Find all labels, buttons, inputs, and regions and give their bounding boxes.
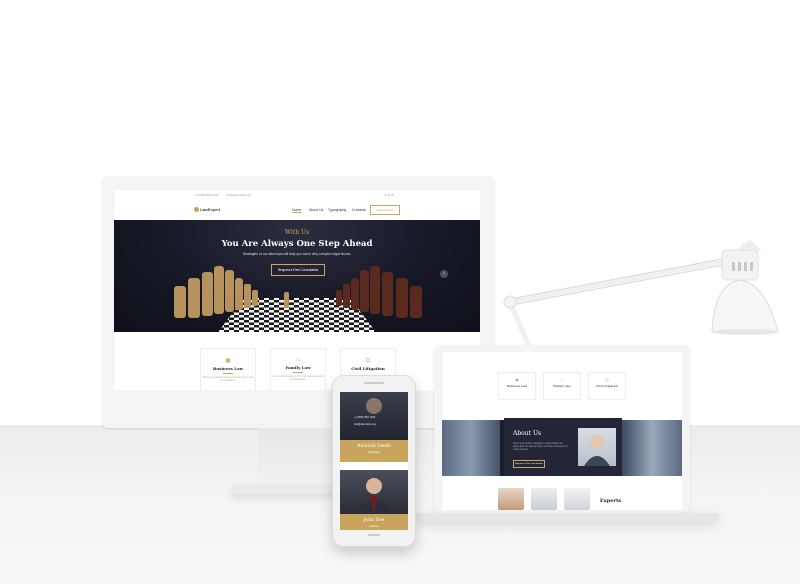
chess-scene-image [174, 266, 422, 332]
nav-item-contacts[interactable]: Contacts [352, 208, 366, 212]
appointment-button[interactable]: Appointment [370, 205, 400, 215]
city-image-right [622, 420, 682, 476]
expert-photo [531, 488, 557, 510]
person-card-1[interactable]: Amanda Smith Paralegal [340, 440, 408, 462]
attorney-photo: +1 (800) 802 1234 info@demolink.org [340, 392, 408, 440]
monitor-stand [258, 428, 336, 490]
practice-card-business[interactable]: ▣ Business Law Sed ut perspiciatis unde … [200, 348, 256, 390]
about-title: About Us [513, 430, 542, 437]
experts-heading: Experts [600, 498, 622, 504]
about-panel: About Us Nemo enim ipsam voluptatem quia… [504, 418, 622, 476]
laptop-screen: ▣ Business Law ⌂ Family Law ⚖ Civil Liti… [442, 352, 682, 510]
family-icon: ⌂ [296, 357, 300, 363]
scales-icon: ⚖ [365, 358, 371, 364]
expert-photo [564, 488, 590, 510]
card-title: Business Law [506, 384, 528, 388]
scales-icon: ⚖ [605, 377, 609, 382]
attorney-photo [340, 470, 408, 514]
practice-title: Business Law [212, 366, 244, 371]
person-name: John Doe [363, 518, 385, 523]
person-name: Amanda Smith [357, 444, 391, 449]
card-title: Civil Litigation [595, 384, 619, 388]
practice-title: Civil Litigation [351, 366, 385, 371]
about-text: Nemo enim ipsam voluptatem quia voluptas… [513, 442, 568, 451]
laptop-card-family[interactable]: ⌂ Family Law [543, 372, 581, 400]
phone-contact-line: +1 (800) 802 1234 [354, 416, 376, 419]
nav-item-about[interactable]: About Us [309, 208, 323, 212]
practice-card-family[interactable]: ⌂ Family Law Sed ut perspiciatis unde om… [270, 348, 326, 390]
briefcase-icon: ▣ [515, 377, 519, 382]
expert-photo [498, 488, 524, 510]
main-nav: LawExpert Home About Us Typography Conta… [114, 201, 480, 221]
phone-home-bar [368, 534, 380, 536]
practice-text: Sed ut perspiciatis unde omnis iste natu… [202, 376, 254, 382]
family-icon: ⌂ [560, 377, 564, 382]
practice-title: Family Law [285, 365, 311, 370]
person-role: Attorney [369, 525, 379, 528]
nav-item-typography[interactable]: Typography [328, 208, 346, 212]
logo-icon [194, 207, 199, 213]
laptop-card-civil[interactable]: ⚖ Civil Litigation [588, 372, 626, 400]
top-bar: +1 (800) 802 1234 info@demolink.org ● ● … [114, 190, 480, 201]
topbar-email: info@demolink.org [226, 193, 252, 197]
city-image-left [442, 420, 500, 476]
person-card-2[interactable]: John Doe Attorney [340, 514, 408, 530]
social-icons[interactable]: ● ● ● [384, 192, 393, 197]
nav-item-home[interactable]: Home [292, 208, 302, 213]
topbar-phone: +1 (800) 802 1234 [194, 193, 219, 197]
briefcase-icon: ▣ [225, 358, 231, 364]
attorney-photo [578, 428, 616, 466]
email-contact-line: info@demolink.org [354, 423, 376, 426]
laptop-card-business[interactable]: ▣ Business Law [498, 372, 536, 400]
hero-banner: With Us You Are Always One Step Ahead St… [114, 220, 480, 332]
person-role: Paralegal [368, 451, 380, 454]
site-logo[interactable]: LawExpert [194, 207, 220, 213]
phone-speaker [364, 382, 384, 384]
card-title: Family Law [553, 384, 571, 388]
about-consultation-button[interactable]: Request a Free Consultation [513, 460, 545, 468]
desktop-screen: +1 (800) 802 1234 info@demolink.org ● ● … [114, 190, 480, 390]
phone-screen: +1 (800) 802 1234 info@demolink.org Aman… [340, 392, 408, 530]
laptop-base [414, 513, 720, 521]
practice-text: Sed ut perspiciatis unde omnis iste natu… [272, 375, 324, 381]
